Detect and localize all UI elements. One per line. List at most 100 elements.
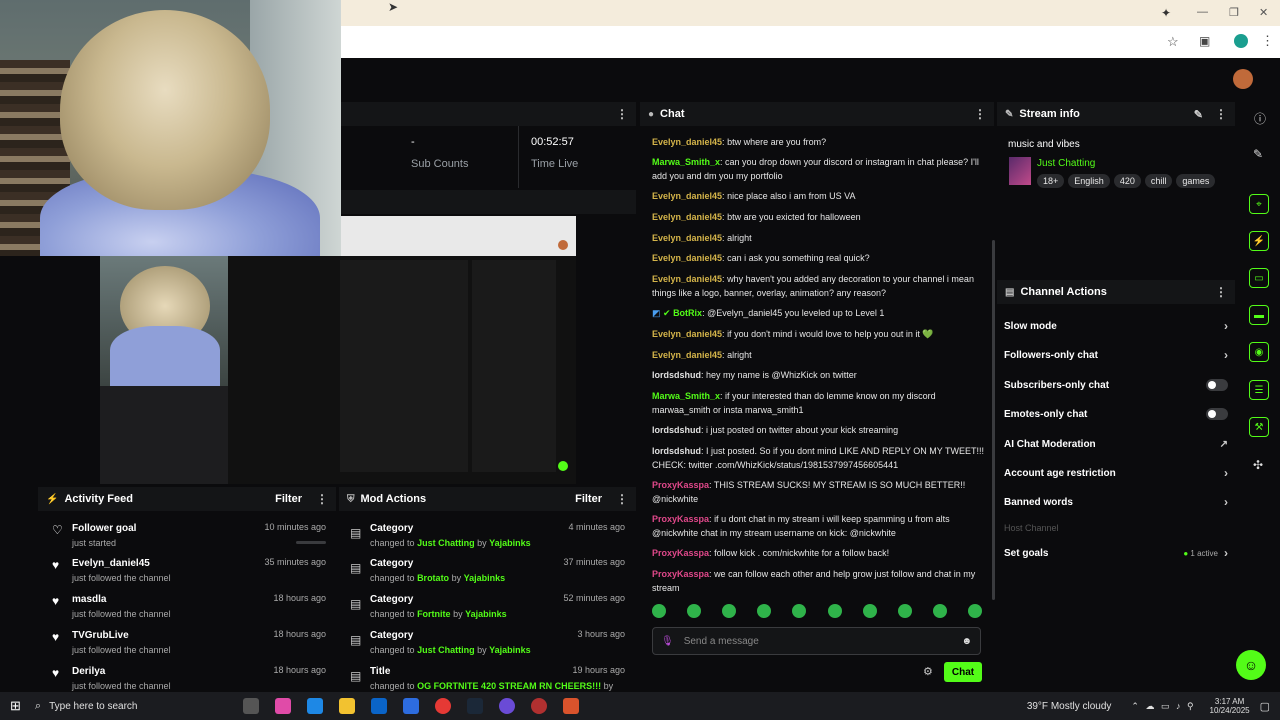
chat-settings-icon[interactable]: ⚙ [923,665,933,678]
channel-action-followers-only-chat[interactable]: Followers-only chat › [1004,343,1228,367]
activity-item[interactable]: ♥ masdla just followed the channel 18 hours… [50,593,326,623]
activity-item[interactable]: ♥ Evelyn_daniel45 just followed the channe… [50,557,326,587]
emoji-icon[interactable]: ☻ [961,636,972,647]
chat-message[interactable]: lordsdshud: hey my name is @WhizKick on … [652,368,992,382]
weather-text[interactable]: 39°F Mostly cloudy [1027,701,1112,712]
rail-wrench-icon[interactable]: ⚒ [1249,417,1269,437]
bookmark-star-icon[interactable]: ☆ [1167,34,1179,50]
chat-message[interactable]: ProxyKasspa: follow kick . com/nickwhite… [652,546,992,560]
maximize-icon[interactable]: ❐ [1229,6,1239,19]
stream-tag[interactable]: 420 [1113,174,1141,188]
rail-file-icon[interactable]: ▭ [1249,268,1269,288]
chat-message[interactable]: lordsdshud: i just posted on twitter abo… [652,423,992,437]
chat-username[interactable]: Evelyn_daniel45 [652,212,722,222]
mod-menu-icon[interactable]: ⋮ [616,492,628,506]
emote-icon[interactable] [652,604,666,618]
stream-tag[interactable]: 18+ [1037,174,1065,188]
mod-action-item[interactable]: ▤ Category changed to Just Chatting by Yaj… [348,522,625,552]
channel-actions-menu-icon[interactable]: ⋮ [1215,285,1227,299]
sidepanel-icon[interactable]: ▣ [1199,34,1210,48]
chat-send-button[interactable]: Chat [944,662,982,682]
mod-action-target[interactable]: Brotato [417,573,449,583]
ember-icon[interactable] [562,698,579,714]
edit-stream-icon[interactable]: ✎ [1194,108,1203,121]
copilot-icon[interactable] [274,698,291,714]
chat-message[interactable]: Evelyn_daniel45: nice place also i am fr… [652,189,992,203]
rail-apps-icon[interactable]: ✣ [1253,458,1263,472]
browser-menu-icon[interactable]: ⋮ [1261,33,1274,49]
chat-username[interactable]: Marwa_Smith_x [652,157,720,167]
chat-username[interactable]: lordsdshud [652,446,701,456]
edge-icon[interactable] [306,698,323,714]
user-avatar[interactable] [1233,69,1253,89]
explorer-icon[interactable] [338,698,355,714]
chat-input-field[interactable]: 🎙 Send a message ☻ [652,627,981,655]
channel-action-subscribers-only-chat[interactable]: Subscribers-only chat [1004,373,1228,397]
mod-action-item[interactable]: ▤ Category changed to Just Chatting by Yaj… [348,629,625,659]
notifications-icon[interactable]: ▢ [1260,700,1270,713]
channel-action-account-age-restriction[interactable]: Account age restriction › [1004,461,1228,485]
rail-scan-icon[interactable]: ⌖ [1249,194,1269,214]
stats-menu-icon[interactable]: ⋮ [616,107,628,121]
chat-username[interactable]: BotRix [673,308,702,318]
chat-scrollbar[interactable] [992,240,995,600]
chat-username[interactable]: Evelyn_daniel45 [652,350,722,360]
extension-icon[interactable]: ✦ [1161,6,1171,20]
chat-message[interactable]: ProxyKasspa: we can follow each other an… [652,567,992,595]
chat-username[interactable]: Evelyn_daniel45 [652,137,722,147]
close-icon[interactable]: ✕ [1259,6,1268,19]
rail-broadcast-icon[interactable]: ◉ [1249,342,1269,362]
mod-action-who[interactable]: Yajabinks [489,645,531,655]
chat-message[interactable]: Evelyn_daniel45: btw where are you from? [652,135,992,149]
emote-icon[interactable] [722,604,737,618]
chat-message[interactable]: Marwa_Smith_x: if your interested than d… [652,389,992,417]
emote-icon[interactable] [967,604,982,618]
chat-message[interactable]: Marwa_Smith_x: can you drop down your di… [652,155,992,183]
mod-action-item[interactable]: ▤ Category changed to Brotato by Yajabinks… [348,557,625,587]
steam-icon[interactable] [466,698,483,714]
channel-action-banned-words[interactable]: Banned words › [1004,490,1228,514]
rail-lightning-icon[interactable]: ⚡ [1249,231,1269,251]
edit-icon[interactable]: ✎ [1253,147,1263,161]
obs-icon[interactable] [498,698,515,714]
chat-username[interactable]: Evelyn_daniel45 [652,274,722,284]
rail-layout-icon[interactable]: ☰ [1249,380,1269,400]
mod-action-who[interactable]: Yajabinks [465,609,507,619]
chat-message[interactable]: ProxyKasspa: if u dont chat in my stream… [652,512,992,540]
chrome-icon[interactable] [434,698,451,714]
chat-message[interactable]: Evelyn_daniel45: can i ask you something… [652,251,992,265]
emote-icon[interactable] [757,604,772,618]
chat-username[interactable]: Evelyn_daniel45 [652,253,722,263]
emote-icon[interactable] [897,604,912,618]
chat-username[interactable]: Marwa_Smith_x [652,391,720,401]
mod-filter-button[interactable]: Filter [575,493,602,505]
taskbar-clock[interactable]: 3:17 AM 10/24/2025 [1210,697,1250,715]
chat-username[interactable]: Evelyn_daniel45 [652,191,722,201]
channel-action-set-goals[interactable]: Set goals ● 1 active › [1004,541,1228,565]
stream-info-menu-icon[interactable]: ⋮ [1215,107,1227,121]
emote-icon[interactable] [932,604,947,618]
profile-avatar[interactable] [1234,34,1248,48]
activity-item[interactable]: ♥ Derilya just followed the channel 18 hour… [50,665,326,695]
mod-action-who[interactable]: Yajabinks [464,573,506,583]
chat-message[interactable]: Evelyn_daniel45: alright [652,231,992,245]
stream-tag[interactable]: games [1176,174,1216,188]
chat-username[interactable]: Evelyn_daniel45 [652,233,722,243]
chat-message[interactable]: ◩ ✔ BotRix: @Evelyn_daniel45 you leveled… [652,306,992,320]
minimize-icon[interactable]: — [1197,6,1208,18]
emote-icon[interactable] [792,604,807,618]
channel-action-emotes-only-chat[interactable]: Emotes-only chat [1004,402,1228,426]
chat-menu-icon[interactable]: ⋮ [974,107,986,121]
mod-action-target[interactable]: Fortnite [417,609,451,619]
emote-icon[interactable] [862,604,877,618]
rail-chat-icon[interactable]: ▬ [1249,305,1269,325]
stream-tag[interactable]: chill [1144,174,1173,188]
chat-username[interactable]: Evelyn_daniel45 [652,329,722,339]
activity-menu-icon[interactable]: ⋮ [316,492,328,506]
mod-action-who[interactable]: Yajabinks [489,538,531,548]
chat-username[interactable]: ProxyKasspa [652,514,709,524]
activity-filter-button[interactable]: Filter [275,493,302,505]
activity-item[interactable]: ♡ Follower goal just started 10 minutes ago [50,522,326,552]
chat-message[interactable]: lordsdshud: I just posted. So if you don… [652,444,992,472]
chat-message[interactable]: Evelyn_daniel45: alright [652,348,992,362]
